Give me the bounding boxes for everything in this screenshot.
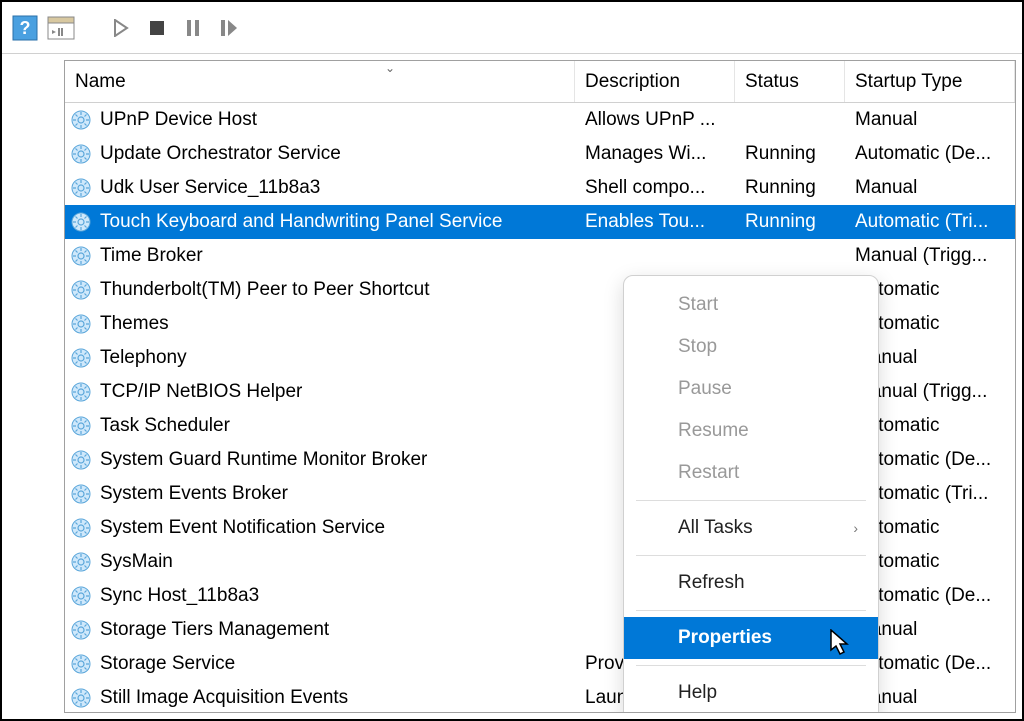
service-description: Shell compo... [575, 177, 735, 199]
menu-item-help[interactable]: Help [624, 672, 878, 713]
service-startup: Manual [845, 109, 1015, 131]
table-row[interactable]: Update Orchestrator Service Manages Wi...… [65, 137, 1015, 171]
services-list-panel: ⌄ Name Description Status Startup Type U… [64, 60, 1016, 713]
menu-item-resume: Resume [624, 410, 878, 452]
service-description: Allows UPnP ... [575, 109, 735, 131]
col-status-header[interactable]: Status [735, 61, 845, 102]
col-name-header[interactable]: Name [65, 61, 575, 102]
service-status: Running [735, 211, 845, 233]
column-headers: Name Description Status Startup Type [65, 61, 1015, 103]
service-name: Themes [97, 312, 172, 336]
service-name: Task Scheduler [97, 414, 233, 438]
service-name: System Events Broker [97, 482, 291, 506]
menu-separator [636, 665, 866, 666]
stop-icon[interactable] [142, 13, 172, 43]
service-name: Time Broker [97, 244, 206, 268]
service-name: Udk User Service_11b8a3 [97, 176, 323, 200]
service-name: Update Orchestrator Service [97, 142, 344, 166]
service-startup: Manual [845, 177, 1015, 199]
menu-item-stop: Stop [624, 326, 878, 368]
col-description-header[interactable]: Description [575, 61, 735, 102]
menu-separator [636, 610, 866, 611]
service-status: Running [735, 143, 845, 165]
step-icon[interactable] [214, 13, 244, 43]
service-name: System Guard Runtime Monitor Broker [97, 448, 430, 472]
menu-item-restart: Restart [624, 452, 878, 494]
service-name: System Event Notification Service [97, 516, 388, 540]
table-row[interactable]: Time Broker Manual (Trigg... [65, 239, 1015, 273]
service-description: Manages Wi... [575, 143, 735, 165]
table-row[interactable]: Udk User Service_11b8a3 Shell compo...Run… [65, 171, 1015, 205]
sort-indicator-icon: ⌄ [385, 61, 395, 75]
help-icon[interactable]: ? [10, 13, 40, 43]
menu-item-start: Start [624, 284, 878, 326]
toolbar: ? [2, 2, 1022, 54]
table-row[interactable]: UPnP Device Host Allows UPnP ... Manual [65, 103, 1015, 137]
service-startup: Automatic (De... [845, 143, 1015, 165]
service-name: Still Image Acquisition Events [97, 686, 351, 710]
service-name: Thunderbolt(TM) Peer to Peer Shortcut [97, 278, 432, 302]
menu-separator [636, 555, 866, 556]
service-status: Running [735, 177, 845, 199]
col-startup-header[interactable]: Startup Type [845, 61, 1015, 102]
menu-separator [636, 500, 866, 501]
pause-icon[interactable] [178, 13, 208, 43]
service-name: Sync Host_11b8a3 [97, 584, 262, 608]
service-description: Enables Tou... [575, 211, 735, 233]
service-name: Storage Tiers Management [97, 618, 332, 642]
media-console-icon[interactable] [46, 13, 76, 43]
menu-item-properties[interactable]: Properties [624, 617, 878, 659]
service-name: SysMain [97, 550, 176, 574]
menu-item-pause: Pause [624, 368, 878, 410]
menu-item-refresh[interactable]: Refresh [624, 562, 878, 604]
context-menu: StartStopPauseResumeRestart All Tasks› Ref… [623, 275, 879, 713]
table-row[interactable]: Touch Keyboard and Handwriting Panel Ser… [65, 205, 1015, 239]
left-panel [2, 54, 64, 719]
play-icon[interactable] [106, 13, 136, 43]
service-name: TCP/IP NetBIOS Helper [97, 380, 305, 404]
service-name: Touch Keyboard and Handwriting Panel Ser… [97, 210, 505, 234]
service-startup: Manual (Trigg... [845, 245, 1015, 267]
svg-text:?: ? [20, 18, 31, 38]
service-name: Telephony [97, 346, 190, 370]
service-name: UPnP Device Host [97, 108, 260, 132]
service-startup: Automatic (Tri... [845, 211, 1015, 233]
service-name: Storage Service [97, 652, 238, 676]
chevron-right-icon: › [853, 520, 858, 536]
menu-item-all-tasks[interactable]: All Tasks› [624, 507, 878, 549]
